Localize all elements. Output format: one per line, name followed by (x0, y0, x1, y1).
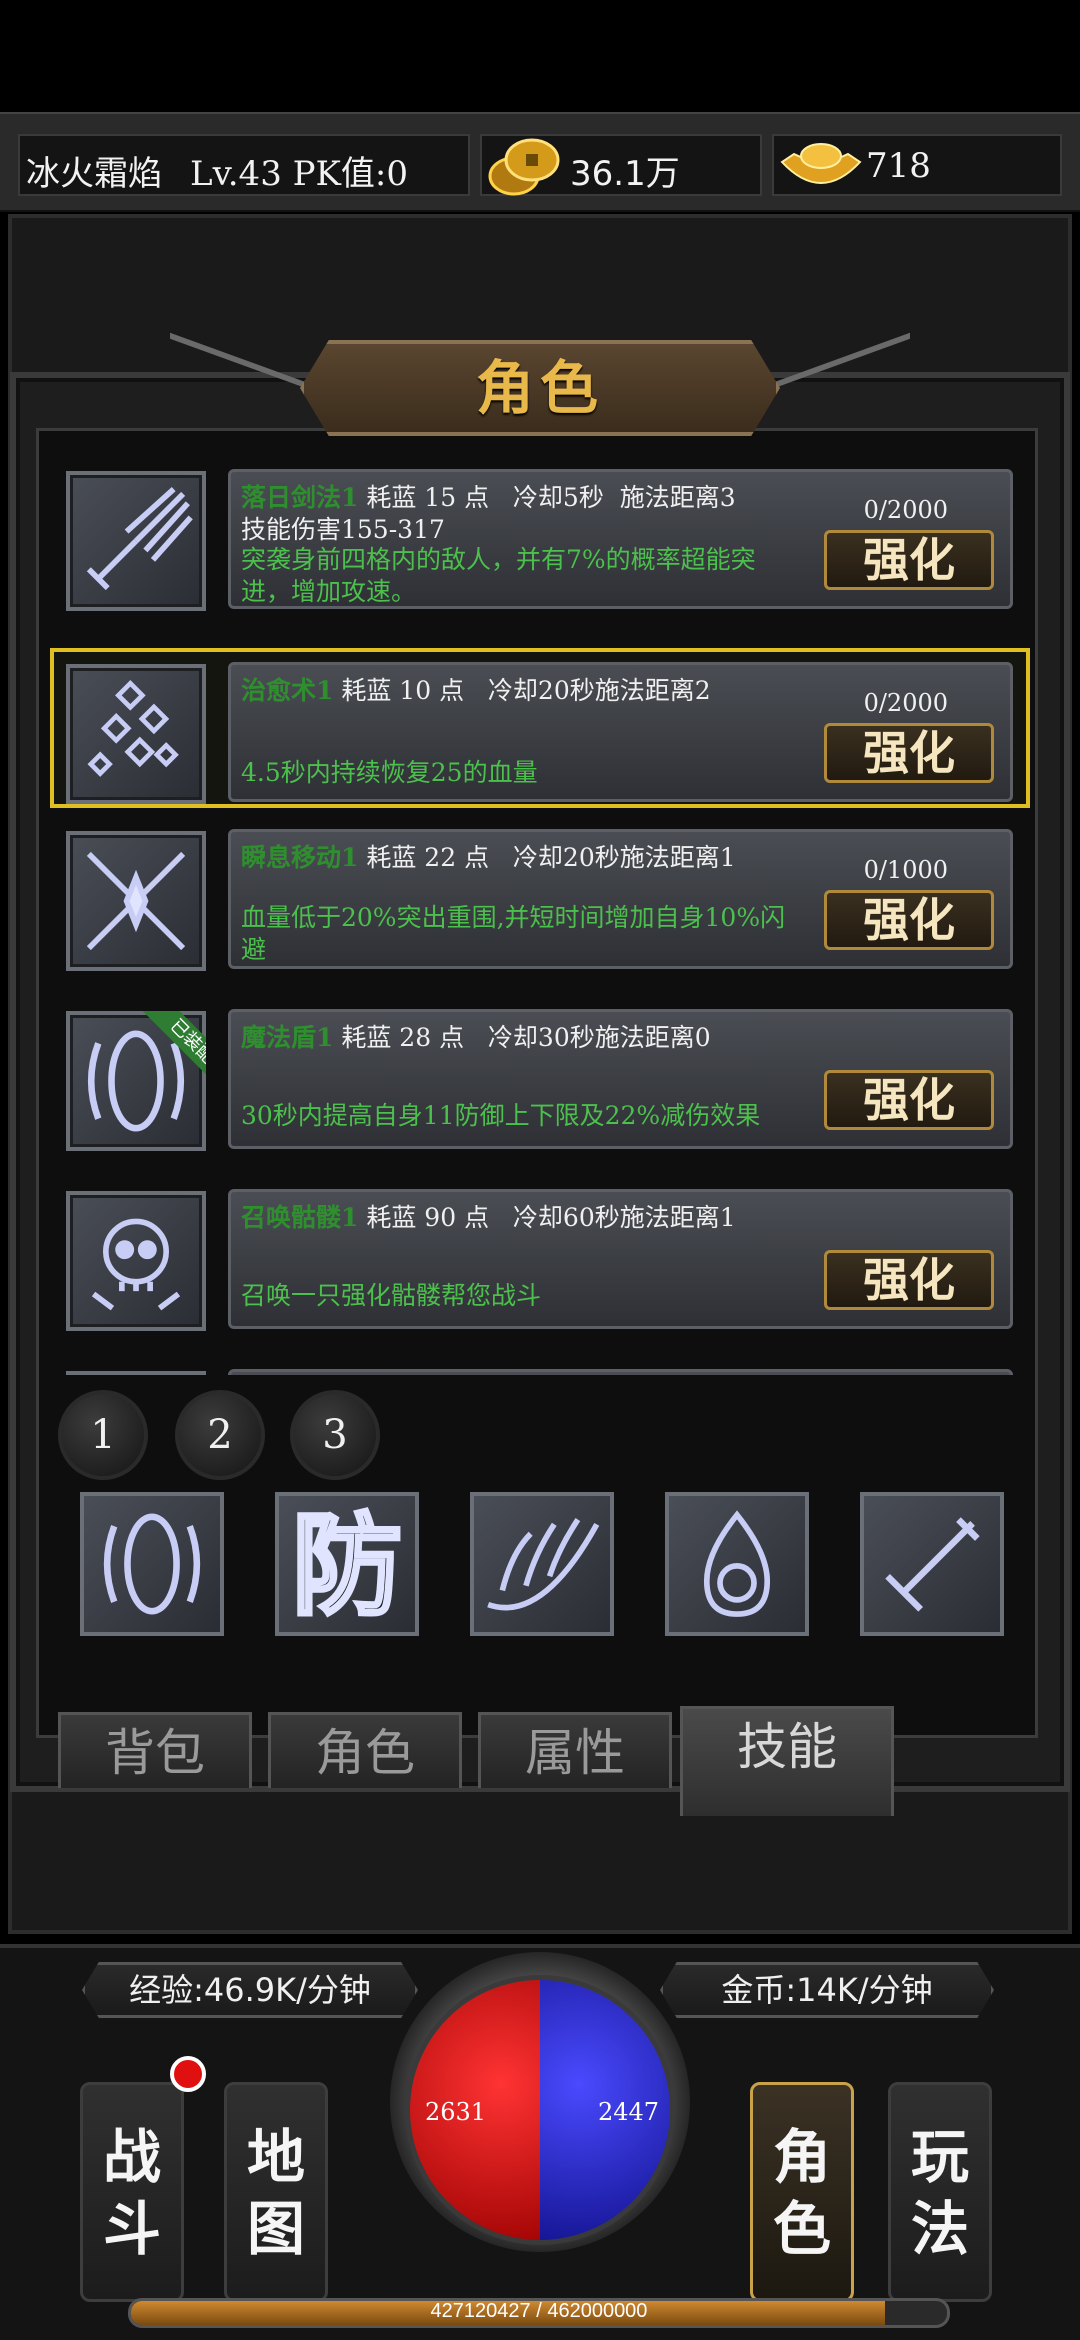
skill-progress: 0/2000 (863, 496, 948, 524)
gold-box: 36.1万 (480, 134, 762, 196)
equipped-tag: 已装配 (130, 1011, 206, 1087)
slot-flame-orb[interactable] (665, 1492, 809, 1636)
skill-row[interactable]: 已装配 魔法盾1 耗蓝 28 点 冷却30秒施法距离0 30秒内提高自身11防御… (50, 995, 1030, 1155)
skill-row[interactable]: 瞬息移动1 耗蓝 22 点 冷却20秒施法距离1 血量低于20%突出重围,并短时… (50, 815, 1030, 975)
skill-cost: 耗蓝 90 点 (366, 1203, 490, 1232)
skill-name: 治愈术1 (241, 676, 334, 705)
tab-skills[interactable]: 技能 (680, 1706, 894, 1816)
tab-bag[interactable]: 背包 (58, 1712, 252, 1788)
enhance-button[interactable]: 强化 (824, 1070, 994, 1130)
slot-defense[interactable]: 防 (275, 1492, 419, 1636)
skill-range: 施法距离0 (594, 1023, 711, 1052)
gold-ingot-icon (780, 143, 862, 184)
skill-cooldown: 冷却5秒 (512, 483, 604, 512)
skill-description: 4.5秒内持续恢复25的血量 (241, 758, 538, 787)
panel-title: 角色 (475, 354, 604, 422)
skill-cost: 耗蓝 15 点 (366, 483, 490, 512)
skill-range: 施法距离3 (619, 483, 736, 512)
skill-row-selected[interactable]: 治愈术1 耗蓝 10 点 冷却20秒施法距离2 4.5秒内持续恢复25的血量 0… (50, 648, 1030, 808)
skill-cost: 耗蓝 22 点 (366, 843, 490, 872)
fire-wave-icon (487, 1518, 600, 1611)
gold-rate: 金币:14K/分钟 (660, 1962, 994, 2018)
tab-attributes[interactable]: 属性 (478, 1712, 672, 1788)
skill-progress: 0/1000 (863, 856, 948, 884)
skill-cost: 耗蓝 28 点 (341, 1023, 465, 1052)
skill-name: 落日剑法1 (241, 483, 359, 512)
skill-cooldown: 冷却20秒 (512, 843, 620, 872)
skill-card: 瞬息移动1 耗蓝 22 点 冷却20秒施法距离1 血量低于20%突出重围,并短时… (228, 829, 1013, 969)
nav-fight-button[interactable]: 战斗 (80, 2082, 184, 2302)
skill-cooldown: 冷却20秒 (487, 676, 595, 705)
hp-value: 2631 (425, 2098, 487, 2126)
skill-row[interactable]: 落日剑法1 耗蓝 15 点 冷却5秒 施法距离3 技能伤害155-317 突袭身… (50, 455, 1030, 615)
skill-cooldown: 冷却60秒 (512, 1203, 620, 1232)
page-3-button[interactable]: 3 (290, 1390, 380, 1480)
skill-row-partial (50, 1355, 1030, 1375)
skill-cost: 耗蓝 10 点 (341, 676, 465, 705)
tab-character[interactable]: 角色 (268, 1712, 462, 1788)
defense-glyph-icon: 防 (290, 1500, 404, 1632)
skill-list[interactable]: 落日剑法1 耗蓝 15 点 冷却5秒 施法距离3 技能伤害155-317 突袭身… (50, 455, 1030, 1375)
slot-fire-wave[interactable] (470, 1492, 614, 1636)
gold-value: 36.1万 (570, 154, 680, 194)
skill-description: 血量低于20%突出重围,并短时间增加自身10%闪避 (241, 903, 786, 964)
status-bar: 冰火霜焰 Lv.43 PK值:0 36.1万 718 (0, 112, 1080, 212)
skill-card: 落日剑法1 耗蓝 15 点 冷却5秒 施法距离3 技能伤害155-317 突袭身… (228, 469, 1013, 609)
heal-diamonds-icon (66, 664, 206, 804)
skill-range: 施法距离2 (594, 676, 711, 705)
slot-sword[interactable] (860, 1492, 1004, 1636)
mp-value: 2447 (598, 2098, 660, 2126)
enhance-button[interactable]: 强化 (824, 723, 994, 783)
skill-description: 30秒内提高自身11防御上下限及22%减伤效果 (241, 1101, 761, 1130)
gold-coins-icon (488, 138, 560, 196)
ingot-value: 718 (866, 146, 931, 186)
player-info-box: 冰火霜焰 Lv.43 PK值:0 (18, 134, 470, 196)
skull-icon (66, 1191, 206, 1331)
page-2-button[interactable]: 2 (175, 1390, 265, 1480)
notification-dot (170, 2056, 206, 2092)
enhance-button[interactable]: 强化 (824, 1250, 994, 1310)
enhance-button[interactable]: 强化 (824, 530, 994, 590)
skill-damage: 技能伤害155-317 (241, 515, 445, 544)
flame-orb-icon (703, 1510, 771, 1617)
skill-name: 瞬息移动1 (241, 843, 359, 872)
skill-range: 施法距离1 (619, 1203, 736, 1232)
sword-icon (885, 1517, 980, 1612)
skill-description: 突袭身前四格内的敌人，并有7%的概率超能突进，增加攻速。 (241, 545, 756, 606)
enhance-button[interactable]: 强化 (824, 890, 994, 950)
magic-shield-icon (103, 1513, 201, 1615)
page-1-button[interactable]: 1 (58, 1390, 148, 1480)
ingot-box: 718 (772, 134, 1062, 196)
skill-progress: 0/2000 (863, 689, 948, 717)
skill-description: 召唤一只强化骷髅帮您战斗 (241, 1281, 542, 1310)
skill-range: 施法距离1 (619, 843, 736, 872)
nav-map-button[interactable]: 地图 (224, 2082, 328, 2302)
sword-slash-icon (66, 471, 206, 611)
skill-card: 魔法盾1 耗蓝 28 点 冷却30秒施法距离0 30秒内提高自身11防御上下限及… (228, 1009, 1013, 1149)
nav-play-button[interactable]: 玩法 (888, 2082, 992, 2302)
slot-magic-shield[interactable] (80, 1492, 224, 1636)
skill-icon (66, 1371, 206, 1375)
player-name: 冰火霜焰 (26, 154, 162, 194)
skill-name: 召唤骷髅1 (241, 1203, 359, 1232)
player-level: Lv.43 PK值:0 (190, 154, 408, 194)
skill-card: 召唤骷髅1 耗蓝 90 点 冷却60秒施法距离1 召唤一只强化骷髅帮您战斗 强化 (228, 1189, 1013, 1329)
top-black-band (0, 0, 1080, 112)
skill-card: 治愈术1 耗蓝 10 点 冷却20秒施法距离2 4.5秒内持续恢复25的血量 0… (228, 662, 1013, 802)
nav-role-button[interactable]: 角色 (750, 2082, 854, 2302)
exp-progress-text: 427120427 / 462000000 (430, 2300, 648, 2322)
skill-row[interactable]: 召唤骷髅1 耗蓝 90 点 冷却60秒施法距离1 召唤一只强化骷髅帮您战斗 强化 (50, 1175, 1030, 1335)
skill-card (228, 1369, 1013, 1375)
skill-name: 魔法盾1 (241, 1023, 334, 1052)
exp-rate: 经验:46.9K/分钟 (82, 1962, 418, 2018)
teleport-star-icon (66, 831, 206, 971)
skill-cooldown: 冷却30秒 (487, 1023, 595, 1052)
